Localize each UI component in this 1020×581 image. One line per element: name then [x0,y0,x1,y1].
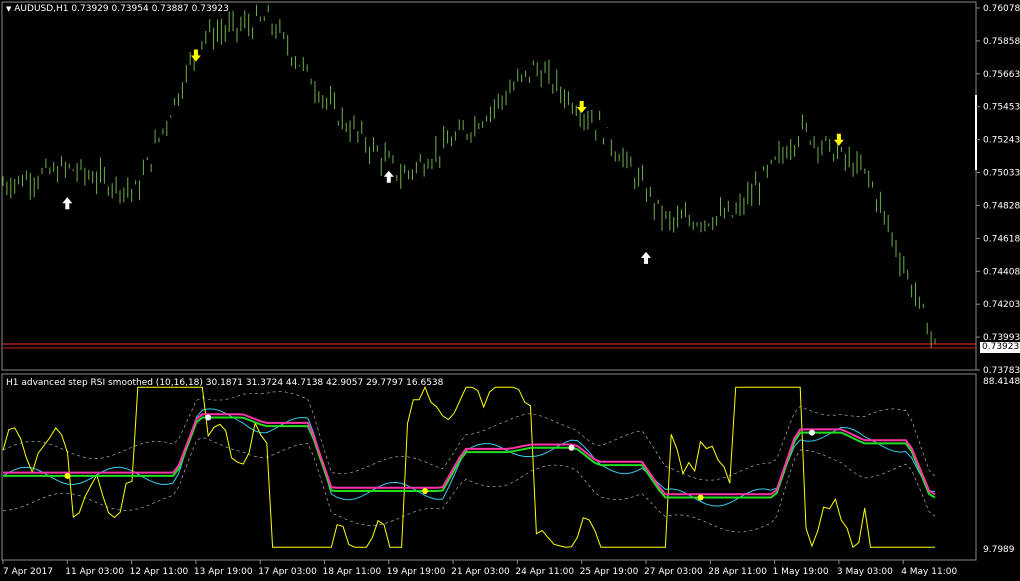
step-change-marker [568,444,575,451]
time-tick-label: 11 Apr 03:00 [65,567,124,577]
price-tick-label: 0.74618 [983,234,1020,244]
time-tick-label: 25 Apr 19:00 [580,567,639,577]
price-candles [2,4,936,349]
rsi-line [2,385,935,549]
sell-arrow-icon [190,49,201,62]
sell-arrow-icon [576,100,587,113]
price-tick-label: 0.75243 [983,136,1020,146]
price-tick-label: 0.73783 [983,366,1020,376]
indicator-lines [2,385,936,549]
buy-arrow-icon [641,251,651,264]
rsi-cyan-line [2,408,936,507]
signal-arrows [62,49,844,264]
time-tick-label: 7 Apr 2017 [3,567,53,577]
indicator-header: H1 advanced step RSI smoothed (10,16,18)… [6,378,444,388]
indicator-pane-border [1,373,977,561]
time-tick-label: 3 May 03:00 [837,567,893,577]
time-tick-label: 27 Apr 03:00 [644,567,703,577]
sell-arrow-icon [833,133,844,146]
chart-canvas[interactable]: 0.76078 0.75858 0.75663 0.75453 0.75243 0.750… [0,0,1020,581]
price-tick-label: 0.75033 [983,169,1020,179]
step-green-line [3,416,936,499]
current-price-label: 0.73923 [980,342,1020,353]
time-tick-label: 17 Apr 03:00 [258,567,317,577]
time-tick-label: 24 Apr 11:00 [515,567,574,577]
price-pane[interactable] [1,1,977,371]
time-tick-label: 13 Apr 19:00 [194,567,253,577]
price-tick-label: 0.75663 [983,70,1020,80]
time-tick-label: 19 Apr 19:00 [387,567,446,577]
time-axis: 7 Apr 2017 11 Apr 03:00 12 Apr 11:00 13 Apr… [2,560,957,577]
indicator-pane[interactable] [1,373,977,561]
buy-arrow-icon [62,197,73,210]
price-tick-label: 0.74408 [983,267,1020,277]
price-tick-label: 0.74203 [983,300,1020,310]
indicator-axis: 88.4148 9.7989 [983,377,1020,555]
chart-ohlc: 0.73929 0.73954 0.73887 0.73923 [71,4,229,14]
step-magenta-line [3,413,936,496]
time-tick-label: 1 May 19:00 [773,567,829,577]
indicator-tick-label: 9.7989 [983,545,1015,555]
step-change-marker [64,472,71,479]
chart-menu-chevron-icon[interactable]: ▼ [6,5,11,13]
chart-header: ▼ AUDUSD,H1 0.73929 0.73954 0.73887 0.73… [6,4,229,14]
indicator-tick-label: 88.4148 [983,377,1020,387]
buy-arrow-icon [383,170,394,183]
time-tick-label: 12 Apr 11:00 [130,567,189,577]
price-tick-label: 0.75453 [983,103,1020,113]
step-change-marker [808,429,815,436]
time-tick-label: 18 Apr 11:00 [323,567,382,577]
price-tick-label: 0.76078 [983,4,1020,14]
price-pane-border [1,1,977,371]
price-axis: 0.76078 0.75858 0.75663 0.75453 0.75243 0.750… [976,4,1020,376]
time-tick-label: 21 Apr 03:00 [451,567,510,577]
step-change-marker [205,414,212,421]
step-change-marker [422,488,429,495]
price-tick-label: 0.74828 [983,201,1020,211]
step-change-marker [697,494,704,501]
chart-symbol: AUDUSD,H1 [14,4,69,14]
time-tick-label: 28 Apr 11:00 [708,567,767,577]
price-tick-label: 0.75858 [983,37,1020,47]
time-tick-label: 4 May 11:00 [901,567,957,577]
